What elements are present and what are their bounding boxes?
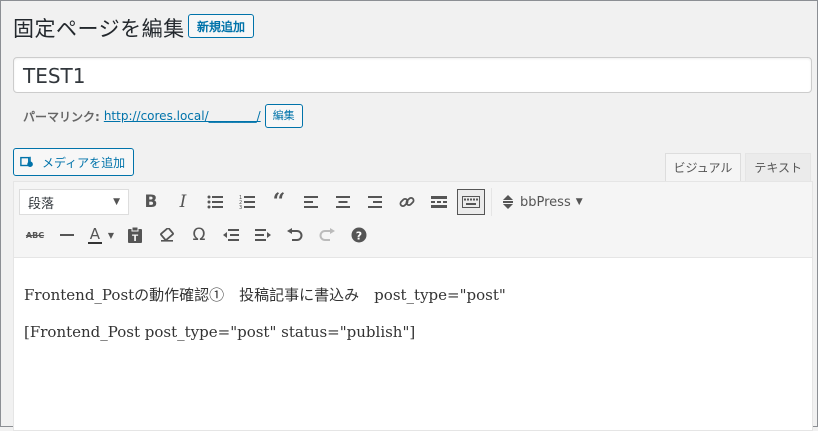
editor-paragraph: [Frontend_Post post_type="post" status="… bbox=[24, 323, 416, 341]
format-select[interactable]: 段落 ▼ bbox=[19, 189, 129, 215]
svg-text:T: T bbox=[132, 234, 139, 243]
paste-text-icon[interactable]: T bbox=[119, 221, 151, 249]
tab-text[interactable]: テキスト bbox=[745, 153, 811, 181]
horizontal-line-icon[interactable] bbox=[51, 221, 83, 249]
editor-tabs: ビジュアル テキスト bbox=[661, 153, 811, 181]
editor-toolbar: 段落 ▼ B I 123 “ bbPress ▼ ABC A ▼ T Ω ? bbox=[14, 182, 812, 258]
bbpress-label: bbPress bbox=[520, 194, 571, 210]
tab-visual[interactable]: ビジュアル bbox=[664, 153, 742, 181]
page-title: 固定ページを編集 bbox=[13, 17, 185, 41]
read-more-icon[interactable] bbox=[423, 188, 455, 216]
special-character-icon[interactable]: Ω bbox=[183, 221, 215, 249]
bbpress-icon bbox=[503, 195, 513, 209]
indent-icon[interactable] bbox=[247, 221, 279, 249]
bold-icon[interactable]: B bbox=[135, 188, 167, 216]
format-select-value: 段落 bbox=[28, 196, 55, 212]
permalink-label: パーマリンク: bbox=[23, 109, 100, 124]
post-title-input[interactable]: TEST1 bbox=[13, 57, 812, 93]
svg-text:?: ? bbox=[356, 230, 362, 243]
chevron-down-icon: ▼ bbox=[107, 230, 115, 240]
bullet-list-icon[interactable] bbox=[199, 188, 231, 216]
editor-paragraph: Frontend_Postの動作確認① 投稿記事に書込み post_type="… bbox=[24, 286, 506, 304]
blockquote-icon[interactable]: “ bbox=[263, 188, 295, 216]
chevron-down-icon: ▼ bbox=[113, 197, 120, 207]
text-color-icon[interactable]: A ▼ bbox=[83, 221, 119, 249]
align-center-icon[interactable] bbox=[327, 188, 359, 216]
add-media-label: メディアを追加 bbox=[42, 155, 126, 170]
outdent-icon[interactable] bbox=[215, 221, 247, 249]
align-left-icon[interactable] bbox=[295, 188, 327, 216]
bbpress-dropdown[interactable]: bbPress ▼ bbox=[496, 195, 589, 210]
permalink-edit-button[interactable]: 編集 bbox=[264, 104, 303, 128]
media-icon bbox=[20, 156, 33, 167]
editor: 段落 ▼ B I 123 “ bbPress ▼ ABC A ▼ T Ω ? F… bbox=[13, 181, 813, 431]
svg-text:3: 3 bbox=[239, 205, 242, 209]
clear-formatting-icon[interactable] bbox=[151, 221, 183, 249]
permalink-row: パーマリンク: http://cores.local/________/ 編集 bbox=[23, 104, 303, 128]
align-right-icon[interactable] bbox=[359, 188, 391, 216]
add-new-button[interactable]: 新規追加 bbox=[188, 14, 255, 38]
redo-icon[interactable] bbox=[311, 221, 343, 249]
editor-content[interactable]: Frontend_Postの動作確認① 投稿記事に書込み post_type="… bbox=[24, 288, 506, 362]
undo-icon[interactable] bbox=[279, 221, 311, 249]
chevron-down-icon: ▼ bbox=[575, 197, 583, 207]
permalink-link[interactable]: http://cores.local/________/ bbox=[104, 109, 261, 123]
add-media-button[interactable]: メディアを追加 bbox=[13, 148, 135, 176]
numbered-list-icon[interactable]: 123 bbox=[231, 188, 263, 216]
link-icon[interactable] bbox=[391, 188, 423, 216]
strikethrough-icon[interactable]: ABC bbox=[19, 221, 51, 249]
help-icon[interactable]: ? bbox=[343, 221, 375, 249]
italic-icon[interactable]: I bbox=[167, 188, 199, 216]
toolbar-toggle-icon[interactable] bbox=[457, 189, 485, 215]
toolbar-separator bbox=[491, 188, 492, 216]
